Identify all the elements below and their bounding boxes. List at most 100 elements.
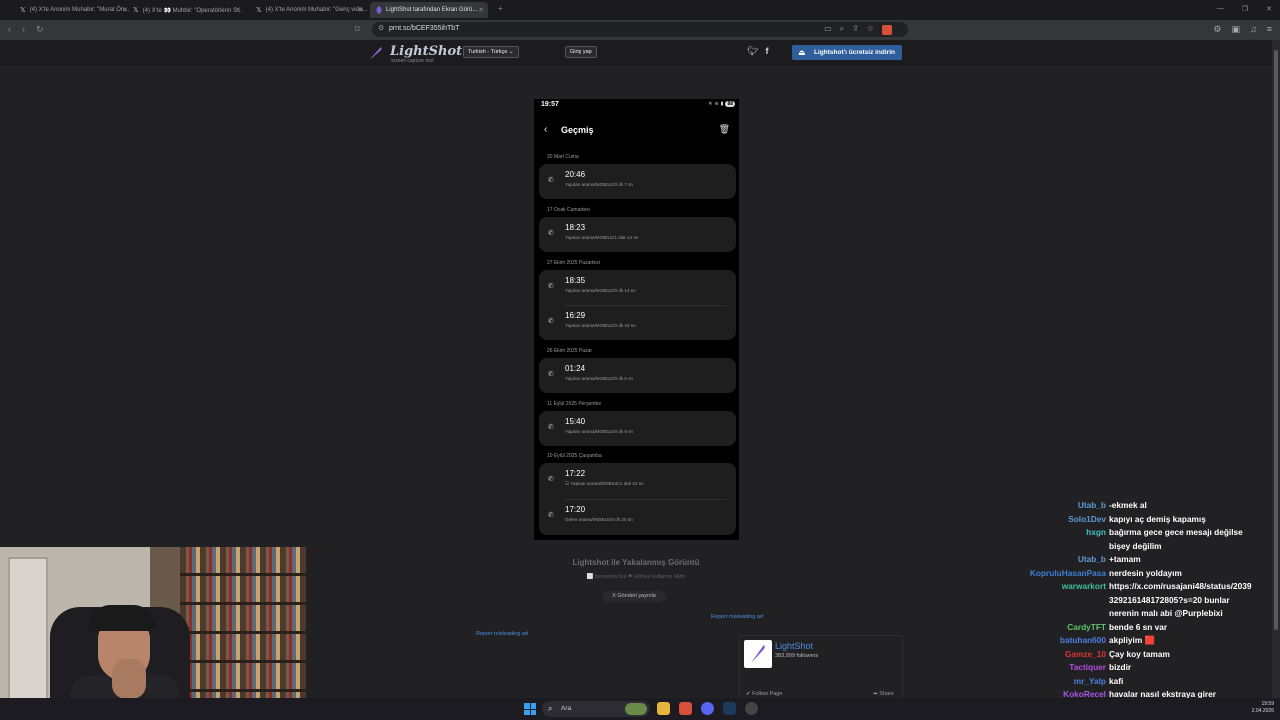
discord-icon[interactable] bbox=[701, 702, 714, 715]
menu-icon[interactable]: ≡ bbox=[1267, 24, 1272, 35]
close-window-icon[interactable]: ✕ bbox=[1266, 5, 1272, 13]
reload-icon[interactable]: ↻ bbox=[36, 24, 44, 35]
language-select[interactable]: Turkish - Türkçe ⌄ bbox=[463, 46, 519, 58]
phone-icon: ✆ bbox=[548, 283, 554, 290]
minimize-icon[interactable]: — bbox=[1217, 5, 1224, 13]
phone-icon: ✆ bbox=[548, 371, 554, 378]
new-tab-icon[interactable]: + bbox=[498, 4, 503, 13]
tweet-button[interactable]: X Gönderi yayınla bbox=[602, 591, 666, 602]
browser-tab[interactable]: 𝕏 (4) X'te 👀 Muhbir: "Operatörlerin S...… bbox=[127, 2, 245, 18]
chat-username[interactable]: CardyTFT bbox=[1067, 621, 1106, 635]
site-info-icon[interactable]: ⚙ bbox=[378, 24, 384, 32]
logo-tagline: screen capture tool bbox=[391, 58, 434, 64]
webcam-door bbox=[8, 557, 48, 707]
chat-username[interactable]: KopruluHasanPasa bbox=[1030, 567, 1106, 581]
fb-share-button[interactable]: ➦ Share bbox=[873, 691, 894, 697]
window-controls: — ❐ ✕ bbox=[1217, 5, 1272, 13]
forward-icon[interactable]: › bbox=[22, 24, 25, 34]
call-entry: ✆ 18:35 Yapılan arama/MOBILE/0 dk 14 sn bbox=[548, 276, 636, 293]
windows-start-icon[interactable] bbox=[524, 703, 536, 715]
trash-icon: 🗑︎ bbox=[718, 124, 730, 134]
report-ad-link[interactable]: Report misleading ad bbox=[476, 631, 528, 637]
chat-text: bişey değilim bbox=[1109, 540, 1162, 551]
toolbar-right-icons: ⚙ ▣ ♫ ≡ bbox=[1213, 24, 1272, 35]
fb-page-name[interactable]: LightShot bbox=[775, 641, 813, 651]
chat-text: bağırma gece gece mesajı değilse bbox=[1109, 527, 1243, 537]
chat-username[interactable]: Solo1Dev bbox=[1068, 513, 1106, 527]
wifi-icon: ≋ bbox=[714, 101, 719, 107]
file-explorer-icon[interactable] bbox=[657, 702, 670, 715]
tray-clock[interactable]: 19:59 2.04.2026 bbox=[1252, 701, 1274, 715]
call-group: ✆ 17:22 ☷ Yapılan arama/MOBILE/1 dak 22 … bbox=[539, 463, 736, 535]
taskbar: ⌕ Ara 19:59 2.04.2026 bbox=[0, 698, 1280, 720]
history-title: Geçmiş bbox=[561, 125, 594, 135]
phone-icon: ✆ bbox=[548, 177, 554, 184]
chat-text: akpliyim 🟥 bbox=[1109, 635, 1155, 645]
chat-username[interactable]: batuhan600 bbox=[1060, 634, 1106, 648]
download-icon: ⏏ bbox=[798, 48, 806, 57]
share-icon[interactable]: ⇪ bbox=[852, 24, 859, 35]
brave-browser-icon[interactable] bbox=[679, 702, 692, 715]
chat-username[interactable]: Utab_b bbox=[1078, 553, 1106, 567]
app-icon[interactable] bbox=[745, 702, 758, 715]
browser-tab[interactable]: 𝕏 (4) X'te Anonim Muhabir: "Murat Ön... … bbox=[14, 2, 132, 18]
capture-title: Lightshot ile Yakalanmış Görüntü bbox=[572, 558, 700, 567]
brave-shield-icon[interactable] bbox=[882, 25, 892, 35]
close-icon[interactable]: ✕ bbox=[235, 6, 241, 14]
call-group: ✆ 01:24 Yapılan arama/MOBILE/0 dk 5 sn bbox=[539, 358, 736, 393]
close-icon[interactable]: ✕ bbox=[358, 6, 364, 14]
zoom-icon[interactable]: ⌕ bbox=[840, 24, 844, 35]
media-icon[interactable]: ♫ bbox=[1250, 24, 1257, 35]
chat-username[interactable]: warwarkort bbox=[1062, 580, 1106, 594]
chat-text: +tamam bbox=[1109, 554, 1141, 564]
capture-links[interactable]: ⬜ benzerini bul ⚑ kötüye kullanım bildir bbox=[530, 574, 742, 580]
call-group: ✆ 20:46 Yapılan arama/MOBILE/0 dk 7 sn bbox=[539, 164, 736, 199]
call-entry: ✆ 17:20 Gelen arama/MOBILE/0 dk 25 sn bbox=[548, 505, 633, 522]
screen-icon[interactable]: ▭ bbox=[824, 24, 832, 35]
report-ad-link[interactable]: Report misleading ad bbox=[711, 614, 763, 620]
chat-username[interactable]: Utab_b bbox=[1078, 499, 1106, 513]
phone-icon: ✆ bbox=[548, 476, 554, 483]
tab-label: LightShot tarafından Ekran Görü... bbox=[386, 7, 478, 13]
facebook-icon[interactable]: f bbox=[765, 46, 768, 57]
signal-icon: ▮ bbox=[720, 101, 724, 107]
chat-username[interactable]: hxgn bbox=[1086, 526, 1106, 540]
chat-username[interactable]: Tactiquer bbox=[1069, 661, 1106, 675]
feather-icon bbox=[370, 47, 382, 59]
address-bar[interactable]: ⚙ prnt.sc/bCEF355ihTbT ▭ ⌕ ⇪ ☆ bbox=[372, 22, 908, 37]
browser-tab-active[interactable]: LightShot tarafından Ekran Görü... ✕ bbox=[370, 2, 488, 18]
back-icon[interactable]: ‹ bbox=[8, 24, 11, 34]
chat-username[interactable]: Gamze_10 bbox=[1065, 648, 1106, 662]
download-button[interactable]: ⏏ Lightshot'ı ücretsiz indirin bbox=[792, 45, 902, 60]
screenshot-image: 19:57 ✕ ≋ ▮ 88 ‹ Geçmiş 🗑︎ 20 Mart Cuma … bbox=[534, 99, 739, 540]
twitter-icon[interactable]: 🐦︎ bbox=[747, 46, 758, 57]
lightshot-page-avatar[interactable] bbox=[744, 640, 772, 668]
call-entry: ✆ 18:23 Yapılan arama/MOBILE/1 dak 14 sn bbox=[548, 223, 639, 240]
browser-tab[interactable]: 𝕏 (4) X'te Anonim Muhabir: "Genç vide...… bbox=[250, 2, 368, 18]
back-arrow-icon: ‹ bbox=[544, 124, 548, 135]
call-entry: ✆ 01:24 Yapılan arama/MOBILE/0 dk 5 sn bbox=[548, 364, 634, 381]
battery-level: 88 bbox=[725, 101, 735, 107]
call-group: ✆ 18:35 Yapılan arama/MOBILE/0 dk 14 sn … bbox=[539, 270, 736, 340]
star-icon[interactable]: ☆ bbox=[867, 24, 874, 35]
tab-strip: 𝕏 (4) X'te Anonim Muhabir: "Murat Ön... … bbox=[0, 0, 1280, 20]
tab-label: (4) X'te Anonim Muhabir: "Murat Ön... bbox=[29, 7, 130, 13]
lightshot-favicon-icon bbox=[374, 5, 384, 15]
webcam-overlay bbox=[0, 547, 306, 720]
close-icon[interactable]: ✕ bbox=[478, 6, 484, 14]
bookmark-icon[interactable]: ⌑ bbox=[355, 24, 360, 35]
sidebar-icon[interactable]: ▣ bbox=[1231, 24, 1240, 35]
login-button[interactable]: Giriş yap bbox=[565, 46, 597, 58]
fb-follow-button[interactable]: ✔ Follow Page bbox=[746, 691, 782, 697]
restore-icon[interactable]: ❐ bbox=[1242, 5, 1248, 13]
search-placeholder: Ara bbox=[561, 705, 572, 712]
social-links: 🐦︎ f bbox=[747, 46, 768, 57]
taskbar-search[interactable]: ⌕ Ara bbox=[542, 701, 650, 717]
logo-text: LightShot bbox=[390, 44, 463, 59]
url-text: prnt.sc/bCEF355ihTbT bbox=[389, 25, 460, 32]
chat-username[interactable]: mr_Yalp bbox=[1074, 675, 1106, 689]
x-logo-icon: 𝕏 bbox=[256, 7, 262, 14]
steam-icon[interactable] bbox=[723, 702, 736, 715]
search-highlight-icon bbox=[625, 703, 647, 715]
extensions-icon[interactable]: ⚙ bbox=[1213, 24, 1221, 35]
